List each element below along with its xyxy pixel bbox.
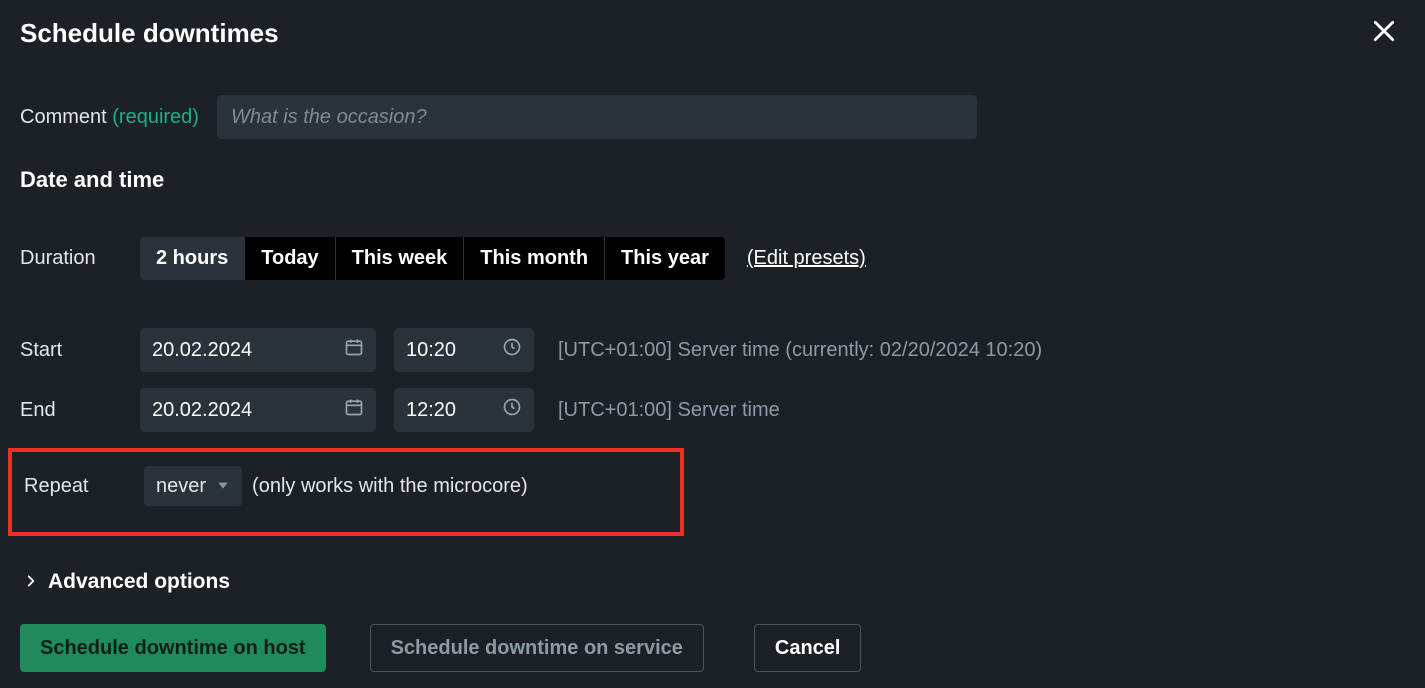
datetime-heading: Date and time <box>20 167 1405 193</box>
comment-row: Comment (required) <box>20 95 1405 139</box>
duration-preset-thismonth[interactable]: This month <box>464 237 605 280</box>
start-row: Start 20.02.2024 10:20 [UTC+01:00] Serve… <box>20 328 1405 372</box>
schedule-service-button[interactable]: Schedule downtime on service <box>370 624 704 672</box>
schedule-host-button[interactable]: Schedule downtime on host <box>20 624 326 672</box>
comment-required: (required) <box>112 106 199 128</box>
end-tz-note: [UTC+01:00] Server time <box>558 399 780 422</box>
end-time-value: 12:20 <box>406 399 456 422</box>
calendar-icon <box>344 337 364 363</box>
start-label: Start <box>20 339 140 362</box>
close-button[interactable] <box>1371 18 1397 44</box>
start-time-value: 10:20 <box>406 339 456 362</box>
duration-label: Duration <box>20 247 140 270</box>
end-time-input[interactable]: 12:20 <box>394 388 534 432</box>
duration-preset-thisyear[interactable]: This year <box>605 237 725 280</box>
start-tz-note: [UTC+01:00] Server time (currently: 02/2… <box>558 339 1042 362</box>
repeat-label: Repeat <box>24 475 144 498</box>
chevron-right-icon <box>24 570 38 594</box>
action-buttons: Schedule downtime on host Schedule downt… <box>20 624 1405 672</box>
start-time-input[interactable]: 10:20 <box>394 328 534 372</box>
duration-preset-thisweek[interactable]: This week <box>336 237 465 280</box>
end-date-input[interactable]: 20.02.2024 <box>140 388 376 432</box>
repeat-note: (only works with the microcore) <box>252 475 528 498</box>
calendar-icon <box>344 397 364 423</box>
duration-presets: 2 hours Today This week This month This … <box>140 237 725 280</box>
repeat-select[interactable]: never <box>144 466 242 506</box>
comment-input[interactable] <box>217 95 977 139</box>
advanced-options-label: Advanced options <box>48 570 230 594</box>
end-row: End 20.02.2024 12:20 [UTC+01:00] Server … <box>20 388 1405 432</box>
cancel-button[interactable]: Cancel <box>754 624 862 672</box>
clock-icon <box>502 397 522 423</box>
start-date-input[interactable]: 20.02.2024 <box>140 328 376 372</box>
close-icon <box>1371 18 1397 44</box>
chevron-down-icon <box>216 475 230 498</box>
dialog-title: Schedule downtimes <box>20 18 1405 49</box>
edit-presets-link[interactable]: (Edit presets) <box>747 247 866 270</box>
duration-preset-today[interactable]: Today <box>245 237 335 280</box>
clock-icon <box>502 337 522 363</box>
duration-row: Duration 2 hours Today This week This mo… <box>20 237 1405 280</box>
repeat-highlight-box: Repeat never (only works with the microc… <box>8 448 684 536</box>
end-label: End <box>20 399 140 422</box>
advanced-options-toggle[interactable]: Advanced options <box>24 570 1405 594</box>
end-date-value: 20.02.2024 <box>152 399 252 422</box>
start-date-value: 20.02.2024 <box>152 339 252 362</box>
comment-label: Comment <box>20 106 107 128</box>
duration-preset-2hours[interactable]: 2 hours <box>140 237 245 280</box>
repeat-value: never <box>156 475 206 498</box>
